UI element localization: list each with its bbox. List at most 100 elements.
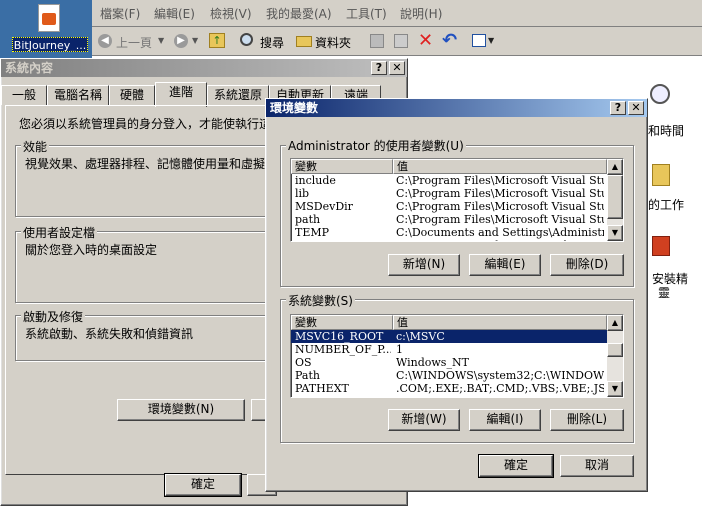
user-var-row-name: include xyxy=(295,174,336,187)
views-icon[interactable] xyxy=(472,34,486,47)
user-list-scrollbar[interactable]: ▲ ▼ xyxy=(607,159,623,241)
forward-icon[interactable]: ▶ xyxy=(174,34,188,48)
menu-view[interactable]: 檢視(V) xyxy=(210,5,252,22)
move-to-icon[interactable] xyxy=(370,34,384,48)
back-label[interactable]: 上一頁 xyxy=(116,34,152,51)
menu-edit[interactable]: 編輯(E) xyxy=(154,5,195,22)
tab-advanced[interactable]: 進階 xyxy=(155,82,207,107)
user-var-row[interactable]: MSDevDir C:\Program Files\Microsoft Visua… xyxy=(291,200,607,213)
user-new-button[interactable]: 新增(N) xyxy=(388,254,460,276)
user-scroll-up-icon[interactable]: ▲ xyxy=(607,159,623,175)
menu-file[interactable]: 檔案(F) xyxy=(100,5,140,22)
menu-help[interactable]: 說明(H) xyxy=(400,5,442,22)
sys-var-row-value: .COM;.EXE;.BAT;.CMD;.VBS;.VBE;.JS;... xyxy=(396,382,604,395)
user-scroll-down-icon[interactable]: ▼ xyxy=(607,225,623,241)
sys-var-row[interactable]: PATHEXT .COM;.EXE;.BAT;.CMD;.VBS;.VBE;.JS… xyxy=(291,382,607,395)
user-profiles-group-title: 使用者設定檔 xyxy=(21,224,98,241)
envvars-cancel-button[interactable]: 取消 xyxy=(560,455,634,477)
sysprops-help-button[interactable]: ? xyxy=(371,61,387,75)
user-var-row-value: C:\Program Files\Microsoft Visual Studio… xyxy=(396,187,604,200)
folders-icon[interactable] xyxy=(296,36,312,47)
desktop-file-icon[interactable] xyxy=(38,4,60,32)
user-col-variable[interactable]: 變數 xyxy=(291,159,393,174)
startup-recovery-group-title: 啟動及修復 xyxy=(21,308,86,325)
system-variables-list[interactable]: 變數 值 MSVC16_ROOT c:\MSVC NUMBER_OF_P... 1 OS… xyxy=(290,314,624,398)
sys-var-row-value: Windows_NT xyxy=(396,356,469,369)
sys-scroll-down-icon[interactable]: ▼ xyxy=(607,381,623,397)
views-dropdown-icon[interactable]: ▼ xyxy=(488,36,494,45)
user-profiles-desc: 關於您登入時的桌面設定 xyxy=(25,243,158,257)
tab-system-restore[interactable]: 系統還原 xyxy=(207,85,269,105)
sys-scroll-thumb[interactable] xyxy=(607,343,623,357)
user-col-value[interactable]: 值 xyxy=(393,159,607,174)
user-var-row-value: C:\Program Files\Microsoft Visual Studio… xyxy=(396,174,604,187)
sys-var-row[interactable]: MSVC16_ROOT c:\MSVC xyxy=(291,330,607,343)
user-var-row[interactable]: lib C:\Program Files\Microsoft Visual Stu… xyxy=(291,187,607,200)
user-var-row-value: C:\Documents and Settings\Administrator\… xyxy=(396,239,604,241)
user-edit-button[interactable]: 編輯(E) xyxy=(469,254,541,276)
search-icon[interactable] xyxy=(240,33,253,46)
sys-list-scrollbar[interactable]: ▲ ▼ xyxy=(607,315,623,397)
sys-var-row-value: 1 xyxy=(396,343,403,356)
sys-var-row-name: Path xyxy=(295,369,320,382)
user-var-row[interactable]: TMP C:\Documents and Settings\Administrat… xyxy=(291,239,607,241)
envvars-ok-button[interactable]: 確定 xyxy=(478,454,554,478)
sys-var-row-name: PATHEXT xyxy=(295,382,349,395)
wizard-icon[interactable] xyxy=(652,236,670,256)
sys-var-row-value: x86 xyxy=(396,395,604,397)
sys-var-row[interactable]: PROCESSOR_... x86 xyxy=(291,395,607,397)
menu-favorites[interactable]: 我的最愛(A) xyxy=(266,5,332,22)
delete-icon[interactable]: ✕ xyxy=(418,30,433,51)
environment-variables-button[interactable]: 環境變數(N) xyxy=(117,399,245,421)
tab-general[interactable]: 一般 xyxy=(1,85,47,105)
sys-var-row[interactable]: Path C:\WINDOWS\system32;C:\WINDOWS;... xyxy=(291,369,607,382)
sysprops-title: 系統內容 xyxy=(5,61,54,75)
user-delete-button[interactable]: 刪除(D) xyxy=(550,254,624,276)
back-dropdown-icon[interactable]: ▼ xyxy=(158,36,164,45)
sys-col-variable[interactable]: 變數 xyxy=(291,315,393,330)
envvars-titlebar: 環境變數 xyxy=(266,99,647,117)
envvars-help-button[interactable]: ? xyxy=(610,101,626,115)
tab-computer-name[interactable]: 電腦名稱 xyxy=(47,85,109,105)
sys-var-row-value: C:\WINDOWS\system32;C:\WINDOWS;... xyxy=(396,369,604,382)
user-var-row-value: C:\Documents and Settings\Administrator\… xyxy=(396,226,604,239)
menu-tools[interactable]: 工具(T) xyxy=(346,5,387,22)
copy-to-icon[interactable] xyxy=(394,34,408,48)
user-var-row[interactable]: TEMP C:\Documents and Settings\Administra… xyxy=(291,226,607,239)
forward-dropdown-icon[interactable]: ▼ xyxy=(192,36,198,45)
undo-icon[interactable]: ↶ xyxy=(442,30,457,51)
sys-var-row-name: OS xyxy=(295,356,312,369)
sysprops-close-button[interactable]: ✕ xyxy=(389,61,405,75)
desktop-icon-label[interactable]: BitJourney_... xyxy=(12,37,88,52)
sys-new-button[interactable]: 新增(W) xyxy=(388,409,460,431)
sys-var-row-name: MSVC16_ROOT xyxy=(295,330,384,343)
sys-edit-button[interactable]: 編輯(I) xyxy=(469,409,541,431)
up-folder-icon[interactable]: ↑ xyxy=(209,33,225,48)
user-scroll-thumb[interactable] xyxy=(607,175,623,219)
sysprops-titlebar: 系統內容 xyxy=(1,59,407,77)
user-var-row[interactable]: include C:\Program Files\Microsoft Visual… xyxy=(291,174,607,187)
envvars-close-button[interactable]: ✕ xyxy=(628,101,644,115)
sys-var-row[interactable]: OS Windows_NT xyxy=(291,356,607,369)
sys-delete-button[interactable]: 刪除(L) xyxy=(550,409,624,431)
folders-label[interactable]: 資料夾 xyxy=(315,34,351,51)
back-icon[interactable]: ◀ xyxy=(98,34,112,48)
user-variables-list[interactable]: 變數 值 include C:\Program Files\Microsoft V… xyxy=(290,158,624,242)
sys-var-row-name: PROCESSOR_... xyxy=(295,395,391,397)
envvars-title: 環境變數 xyxy=(270,101,319,115)
sys-col-value[interactable]: 值 xyxy=(393,315,607,330)
explorer-toolbar: ◀ 上一頁 ▼ ▶ ▼ ↑ 搜尋 資料夾 ✕ ↶ ▼ xyxy=(92,27,702,56)
scheduled-tasks-icon[interactable] xyxy=(652,164,670,186)
user-var-row-name: TMP xyxy=(295,239,391,241)
sys-var-row[interactable]: NUMBER_OF_P... 1 xyxy=(291,343,607,356)
search-label[interactable]: 搜尋 xyxy=(260,34,284,51)
user-var-row-name: lib xyxy=(295,187,310,200)
desktop-area: BitJourney_... xyxy=(0,0,92,60)
clock-icon[interactable] xyxy=(650,84,670,104)
user-var-row[interactable]: path C:\Program Files\Microsoft Visual St… xyxy=(291,213,607,226)
sysprops-ok-button[interactable]: 確定 xyxy=(164,473,242,497)
sys-scroll-up-icon[interactable]: ▲ xyxy=(607,315,623,331)
user-variables-group-title: Administrator 的使用者變數(U) xyxy=(286,137,466,154)
tab-hardware[interactable]: 硬體 xyxy=(109,85,155,105)
sys-var-row-value: c:\MSVC xyxy=(396,330,445,343)
